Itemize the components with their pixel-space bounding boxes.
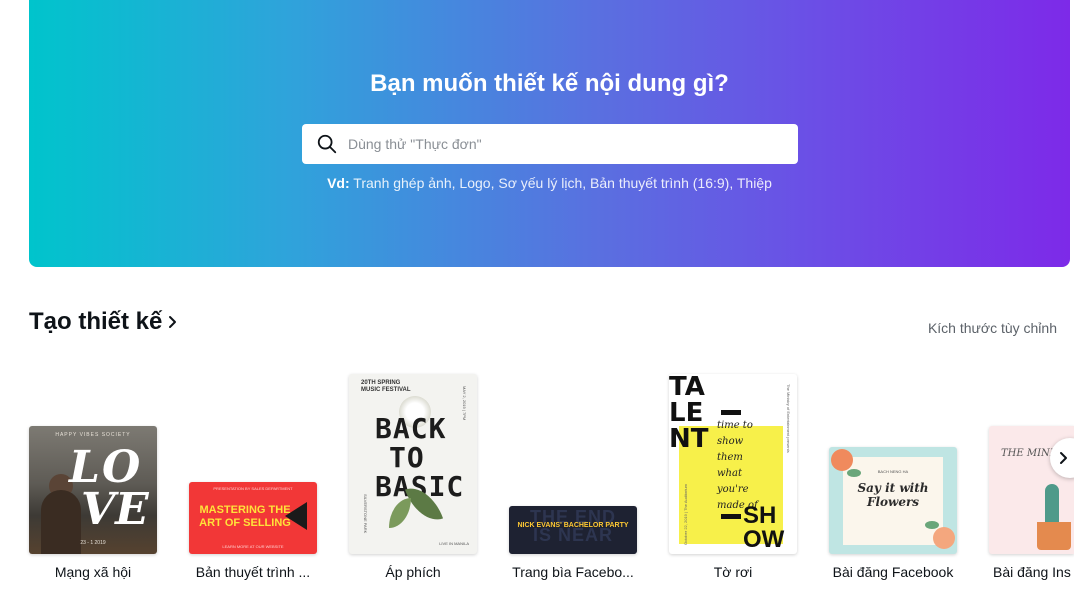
thumb-caption: The Ministry of Entertainment presents [786,384,791,453]
design-type-label-instagram-post[interactable]: Bài đăng Ins [989,564,1074,580]
flower-illustration [933,527,955,549]
thumb-caption: PRESENTATION BY SALES DEPARTMENT [213,486,293,491]
search-input[interactable] [348,124,798,164]
design-type-label-facebook-cover[interactable]: Trang bìa Facebo... [509,564,637,580]
create-design-title: Tạo thiết kế [29,308,163,335]
thumb-caption: 23 - 1 2019 [80,540,106,546]
leaf-illustration [925,521,939,529]
thumb-heading: Say it with Flowers [857,481,929,509]
thumb-heading: TA LE NT [669,374,709,454]
suggestion-link-logo[interactable]: Logo [459,175,490,191]
hero-title: Bạn muốn thiết kế nội dung gì? [370,70,729,97]
thumb-caption: HAPPY VIBES SOCIETY [55,432,131,438]
thumb-caption: LIVE IN MANILA [439,541,469,546]
thumb-heading: NICK EVANS' BACHELOR PARTY [517,522,629,529]
search-suggestions: Vd: Tranh ghép ảnh, Logo, Sơ yếu lý lịch… [327,175,772,191]
thumb-heading: SH OW [743,502,785,553]
design-thumb-social-media[interactable]: HAPPY VIBES SOCIETY LO VE 23 - 1 2019 [29,426,157,554]
cactus-illustration [1045,484,1059,524]
design-type-label-social-media[interactable]: Mạng xã hội [29,564,157,580]
design-thumb-facebook-post[interactable]: BACH NENG HA Say it with Flowers [829,447,957,554]
hero-banner: Bạn muốn thiết kế nội dung gì? Vd: Tranh… [29,0,1070,267]
thumb-heading: MASTERING THE ART OF SELLING [199,504,291,529]
search-icon [317,134,337,154]
suggestion-link-presentation[interactable]: Bản thuyết trình (16:9) [590,175,729,191]
leaf-illustration [847,469,861,477]
design-thumb-facebook-cover[interactable]: THE END IS NEAR NICK EVANS' BACHELOR PAR… [509,506,637,554]
thumb-caption: LEARN MORE AT OUR WEBSITE [222,544,284,549]
suggestion-link-resume[interactable]: Sơ yếu lý lịch [498,175,582,191]
thumb-heading: VE [81,484,149,535]
design-thumb-poster[interactable]: 20TH SPRING MUSIC FESTIVAL MAY 2, 2019 |… [349,374,477,554]
design-thumb-flyer[interactable]: TA LE NT time to show them what you're m… [669,374,797,554]
custom-size-link[interactable]: Kích thước tùy chỉnh [928,320,1057,336]
thumb-caption: October 22, 2019 | The Auditorium [683,484,688,546]
design-type-label-facebook-post[interactable]: Bài đăng Facebook [829,564,957,580]
dash-mark [721,514,741,519]
chevron-right-icon [1060,452,1067,464]
thumb-heading: THE MINI [1001,448,1054,459]
design-thumb-presentation[interactable]: PRESENTATION BY SALES DEPARTMENT MASTERI… [189,482,317,554]
suggestion-link-card[interactable]: Thiệp [737,175,772,191]
create-design-heading[interactable]: Tạo thiết kế [29,308,180,336]
suggestions-prefix: Vd: [327,175,350,191]
design-type-label-poster[interactable]: Áp phích [349,564,477,580]
pot-illustration [1037,522,1071,550]
thumb-caption: SILVERSTONE PARK [363,494,368,534]
search-box[interactable] [302,124,798,164]
design-type-label-flyer[interactable]: Tờ rơi [669,564,797,580]
chevron-right-icon [169,316,177,328]
suggestion-link-collage[interactable]: Tranh ghép ảnh [353,175,451,191]
thumb-caption: 20TH SPRING MUSIC FESTIVAL [361,380,411,393]
thumb-heading: BACK TO BASIC [375,412,465,503]
dash-mark [721,410,741,415]
megaphone-icon [285,502,307,530]
thumb-script-text: time to show them what you're made of [717,420,758,511]
flower-illustration [831,449,853,471]
design-type-label-presentation[interactable]: Bản thuyết trình ... [189,564,317,580]
